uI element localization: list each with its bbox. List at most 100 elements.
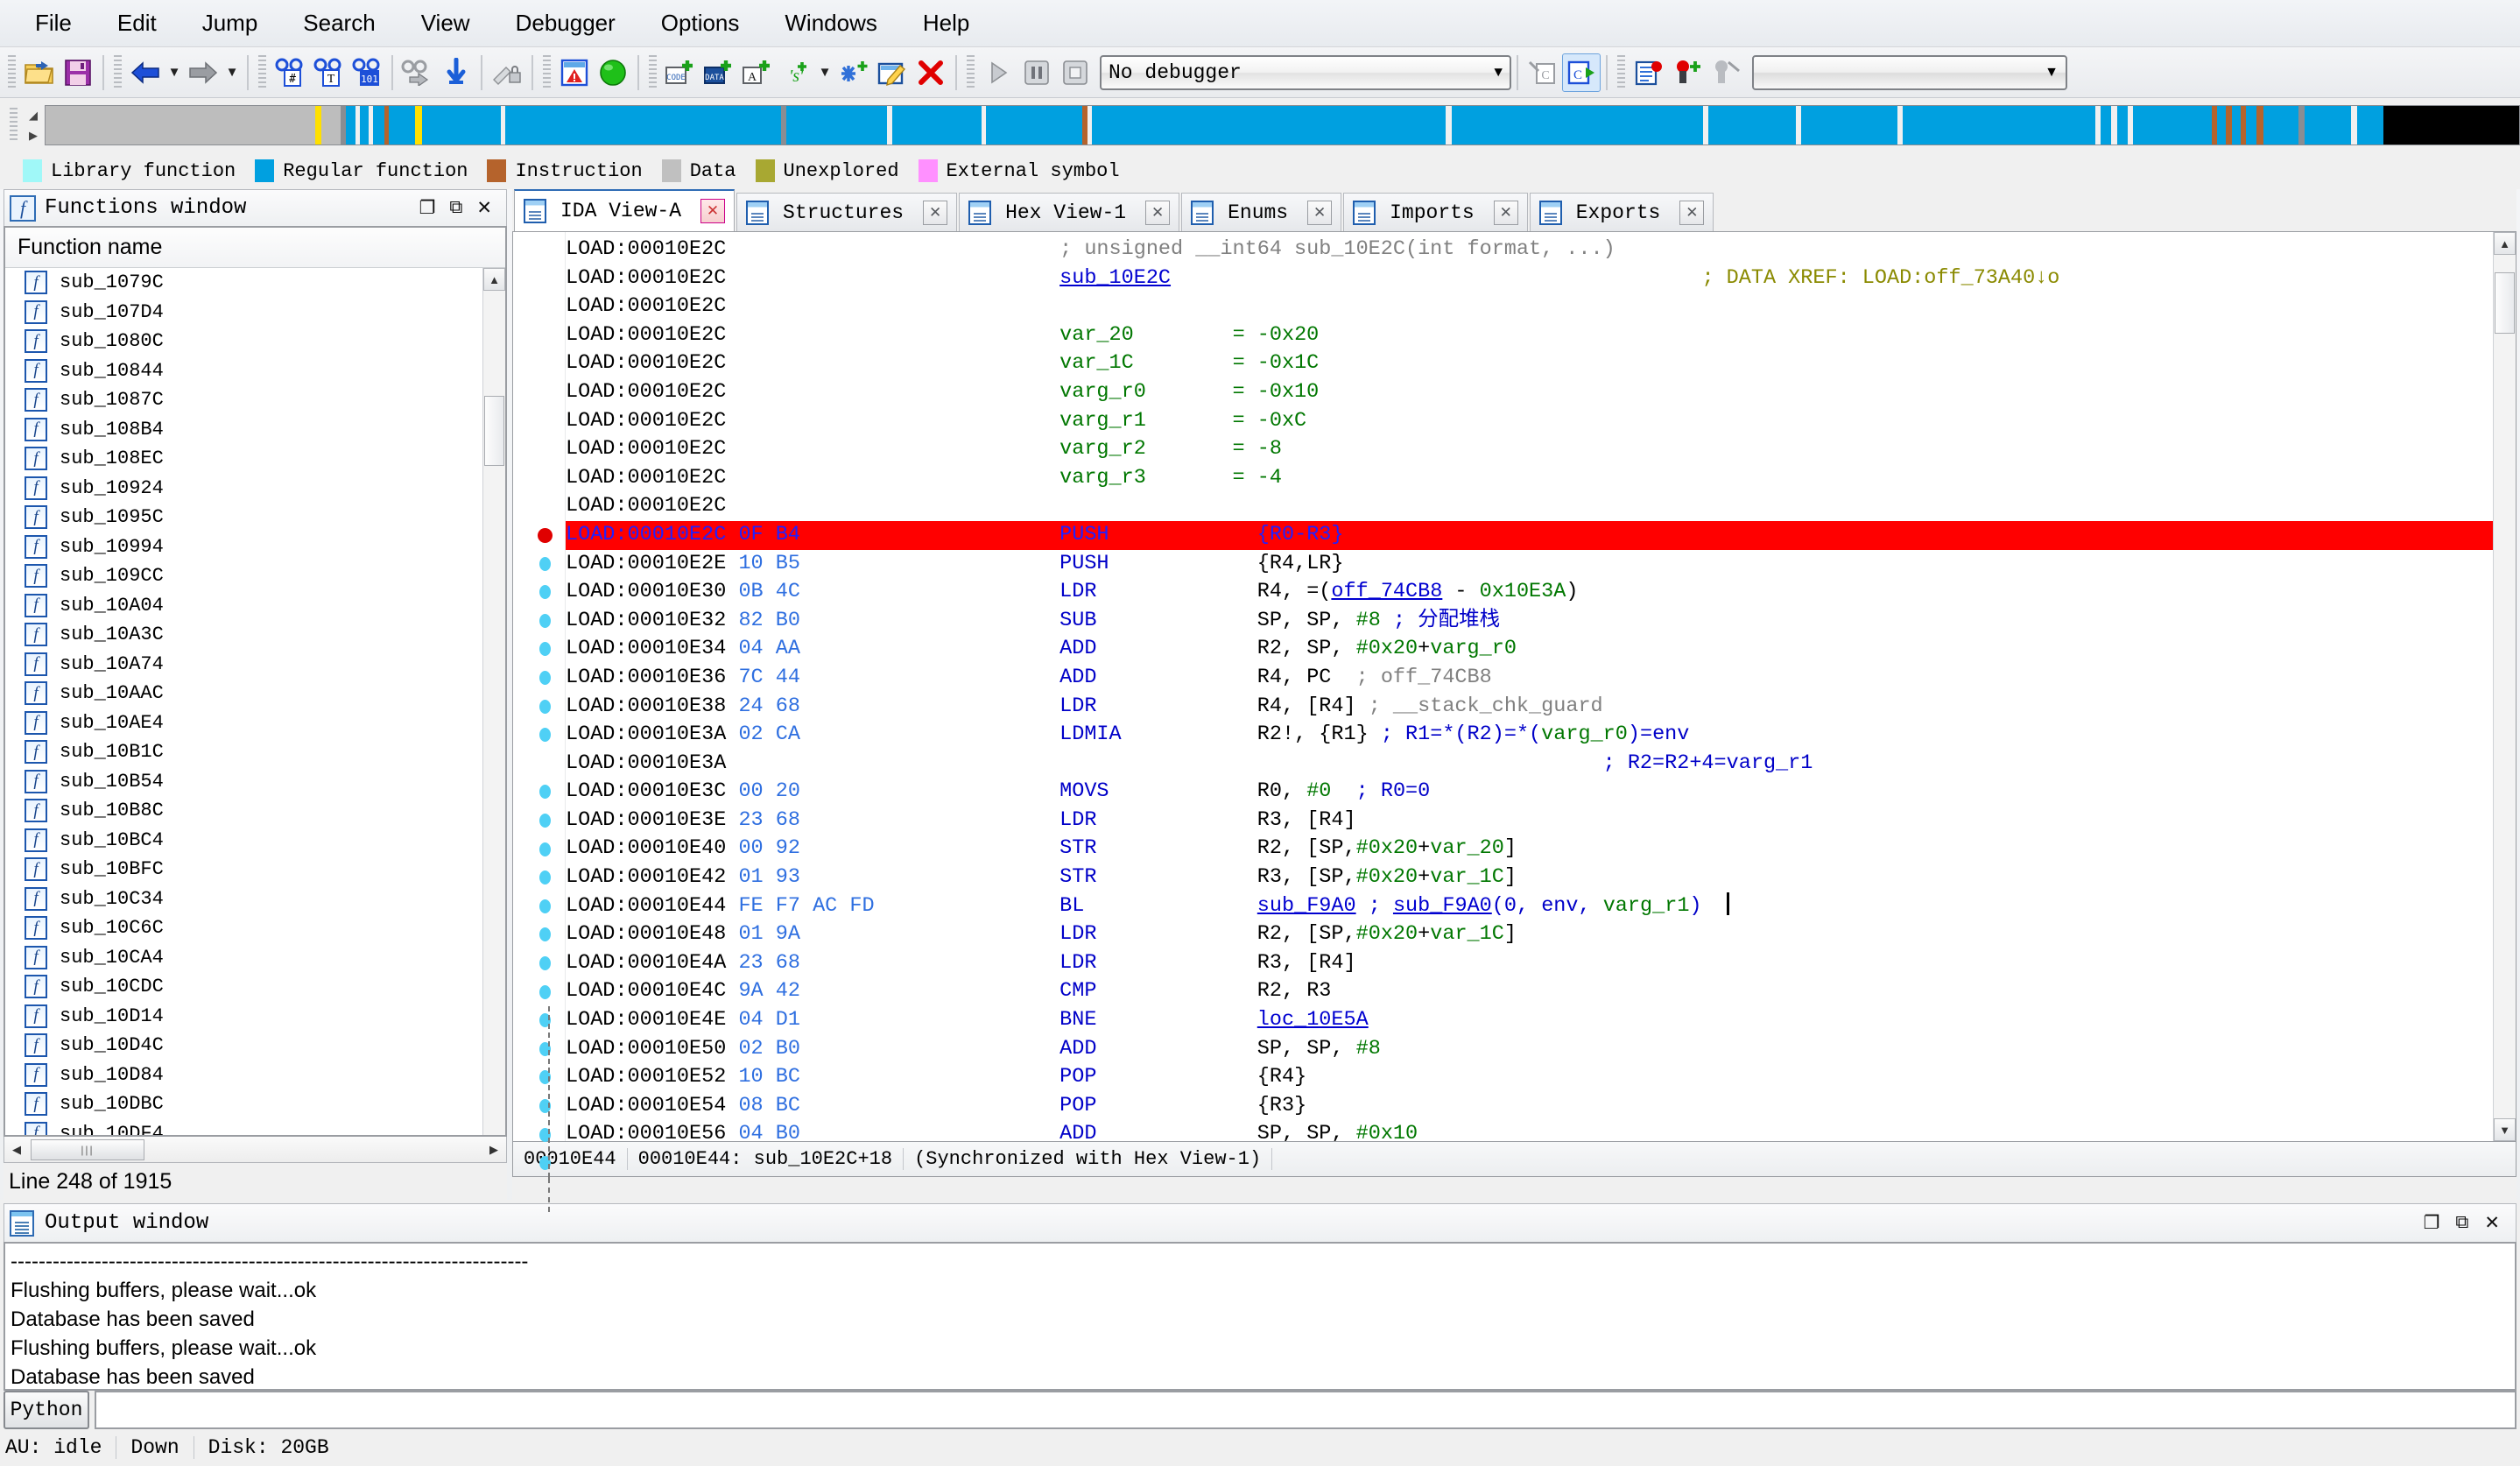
debug-run-icon[interactable] [979, 53, 1017, 92]
debug-stop-icon[interactable] [1056, 53, 1095, 92]
functions-scroll-track[interactable] [483, 291, 505, 1135]
function-list-item[interactable]: f sub_10D4C [5, 1031, 482, 1061]
line-stack-var[interactable]: varg_r0 [1059, 380, 1146, 404]
functions-column-header[interactable]: Function name [5, 228, 505, 268]
disassembly-line[interactable]: LOAD:00010E38 24 68 LDR R4, [R4] ; __sta… [566, 693, 2493, 722]
disassembly-line[interactable]: LOAD:00010E4E 04 D1 BNE loc_10E5A [566, 1006, 2493, 1035]
disassembly-line[interactable]: LOAD:00010E2C var_1C = -0x1C [566, 349, 2493, 378]
disassembly-pane[interactable]: LOAD:00010E2C ; unsigned __int64 sub_10E… [512, 231, 2516, 1142]
back-arrow-icon[interactable] [126, 53, 165, 92]
scroll-up-icon[interactable]: ▲ [483, 268, 505, 291]
function-list-item[interactable]: f sub_10A04 [5, 591, 482, 621]
instruction-marker[interactable] [539, 927, 551, 941]
line-operands[interactable]: {R4,LR} [1257, 552, 1344, 575]
make-code-icon[interactable]: CODE [661, 53, 700, 92]
tab-exports[interactable]: Exports ✕ [1530, 193, 1714, 231]
disassembly-line[interactable]: LOAD:00010E48 01 9A LDR R2, [SP,#0x20+va… [566, 920, 2493, 949]
line-stack-var[interactable]: varg_r3 [1059, 466, 1146, 490]
instruction-marker[interactable] [539, 842, 551, 856]
function-list-item[interactable]: f sub_10B1C [5, 737, 482, 767]
navigation-band[interactable] [45, 105, 2520, 145]
disasm-scroll-track[interactable] [2494, 255, 2516, 1118]
disassembly-line[interactable]: LOAD:00010E2C varg_r0 = -0x10 [566, 378, 2493, 407]
disassembly-line[interactable]: LOAD:00010E36 7C 44 ADD R4, PC ; off_74C… [566, 664, 2493, 693]
line-operands[interactable]: {R3} [1257, 1094, 1306, 1117]
search-next-icon[interactable] [398, 53, 437, 92]
toolbar-grip-4[interactable] [543, 55, 551, 90]
toolbar-grip-2[interactable] [114, 55, 122, 90]
disassembly-line[interactable]: LOAD:00010E2C var_20 = -0x20 [566, 321, 2493, 350]
line-operands[interactable]: R4, =(off_74CB8 - 0x10E3A) [1257, 580, 1579, 603]
instruction-marker[interactable] [539, 870, 551, 885]
tab-close-icon[interactable]: ✕ [700, 199, 725, 223]
function-list-item[interactable]: f sub_10BFC [5, 855, 482, 885]
functions-horizontal-scrollbar[interactable]: ◀ ||| ▶ [4, 1137, 507, 1163]
function-list-item[interactable]: f sub_1079C [5, 268, 482, 298]
disassembly-line[interactable]: LOAD:00010E2C ; unsigned __int64 sub_10E… [566, 236, 2493, 264]
instruction-marker[interactable] [539, 814, 551, 828]
function-list-item[interactable]: f sub_10CA4 [5, 943, 482, 973]
disable-breakpoint-icon[interactable] [1707, 53, 1745, 92]
menu-item-edit[interactable]: Edit [95, 6, 179, 40]
tab-ida-view-a[interactable]: IDA View-A ✕ [514, 189, 735, 231]
line-stack-var[interactable]: varg_r1 [1059, 409, 1146, 433]
breakpoint-list-icon[interactable] [1630, 53, 1668, 92]
disassembly-line[interactable]: LOAD:00010E3C 00 20 MOVS R0, #0 ; R0=0 [566, 778, 2493, 807]
line-xref[interactable]: ; DATA XREF: LOAD:off_73A40↓o [1701, 266, 2059, 290]
disassembly-line[interactable]: LOAD:00010E50 02 B0 ADD SP, SP, #8 [566, 1035, 2493, 1064]
make-struct-dropdown-icon[interactable]: ▼ [815, 53, 834, 92]
disassembly-line[interactable]: LOAD:00010E2C [566, 292, 2493, 321]
instruction-marker[interactable] [539, 728, 551, 742]
disassembly-line[interactable]: LOAD:00010E2C [566, 492, 2493, 521]
end-toolbar-combo[interactable]: ▼ [1752, 55, 2067, 90]
instruction-marker[interactable] [539, 642, 551, 656]
menu-item-file[interactable]: File [12, 6, 95, 40]
instruction-marker[interactable] [539, 785, 551, 799]
disassembly-line[interactable]: LOAD:00010E2C varg_r1 = -0xC [566, 407, 2493, 436]
functions-hscroll-thumb[interactable]: ||| [31, 1139, 144, 1160]
tab-hex-view-1[interactable]: Hex View-1 ✕ [959, 193, 1179, 231]
function-list-item[interactable]: f sub_1087C [5, 385, 482, 415]
function-list-item[interactable]: f sub_10B8C [5, 796, 482, 826]
line-operands[interactable]: sub_F9A0 ; sub_F9A0(0, env, varg_r1) [1257, 894, 1702, 918]
line-operands[interactable]: R2, [SP,#0x20+var_20] [1257, 836, 1517, 860]
make-data-icon[interactable]: DATA [700, 53, 738, 92]
disasm-scroll-down-icon[interactable]: ▼ [2494, 1118, 2516, 1141]
function-list-item[interactable]: f sub_109CC [5, 561, 482, 591]
line-stack-var[interactable]: var_20 [1059, 323, 1134, 347]
search-hex-icon[interactable]: # [271, 53, 309, 92]
function-list-item[interactable]: f sub_10BC4 [5, 826, 482, 856]
run-green-icon[interactable] [594, 53, 632, 92]
function-list-item[interactable]: f sub_10DF4 [5, 1119, 482, 1135]
delete-red-x-icon[interactable] [912, 53, 950, 92]
restore-icon[interactable]: ⧉ [449, 197, 462, 219]
line-operands[interactable]: R3, [R4] [1257, 951, 1356, 975]
function-list-item[interactable]: f sub_1080C [5, 327, 482, 356]
make-struct-icon[interactable]: 's' [777, 53, 815, 92]
tab-close-icon[interactable]: ✕ [1145, 201, 1170, 225]
menu-item-search[interactable]: Search [280, 6, 398, 40]
line-operands[interactable]: loc_10E5A [1257, 1008, 1369, 1032]
breakpoint-marker[interactable] [538, 528, 553, 543]
forward-arrow-icon[interactable] [184, 53, 222, 92]
function-list-item[interactable]: f sub_108EC [5, 444, 482, 474]
close-icon[interactable]: ✕ [476, 197, 492, 219]
menu-item-view[interactable]: View [398, 6, 493, 40]
decompile-icon[interactable]: C [1562, 53, 1601, 92]
functions-scroll-thumb[interactable] [484, 396, 504, 466]
disassembly-line[interactable]: LOAD:00010E30 0B 4C LDR R4, =(off_74CB8 … [566, 578, 2493, 607]
function-list-item[interactable]: f sub_10A74 [5, 650, 482, 680]
tab-close-icon[interactable]: ✕ [923, 201, 947, 225]
line-operands[interactable]: R3, [R4] [1257, 808, 1356, 832]
menu-item-options[interactable]: Options [638, 6, 763, 40]
output-close-icon[interactable]: ✕ [2484, 1212, 2500, 1234]
tab-structures[interactable]: Structures ✕ [736, 193, 957, 231]
function-list-item[interactable]: f sub_10DBC [5, 1089, 482, 1119]
output-restore-icon[interactable]: ⧉ [2455, 1212, 2468, 1234]
instruction-marker[interactable] [539, 614, 551, 628]
menu-item-help[interactable]: Help [900, 6, 992, 40]
disasm-scroll-up-icon[interactable]: ▲ [2494, 232, 2516, 255]
add-breakpoint-icon[interactable] [1668, 53, 1707, 92]
forward-dropdown-icon[interactable]: ▼ [222, 53, 242, 92]
tab-close-icon[interactable]: ✕ [1307, 201, 1332, 225]
